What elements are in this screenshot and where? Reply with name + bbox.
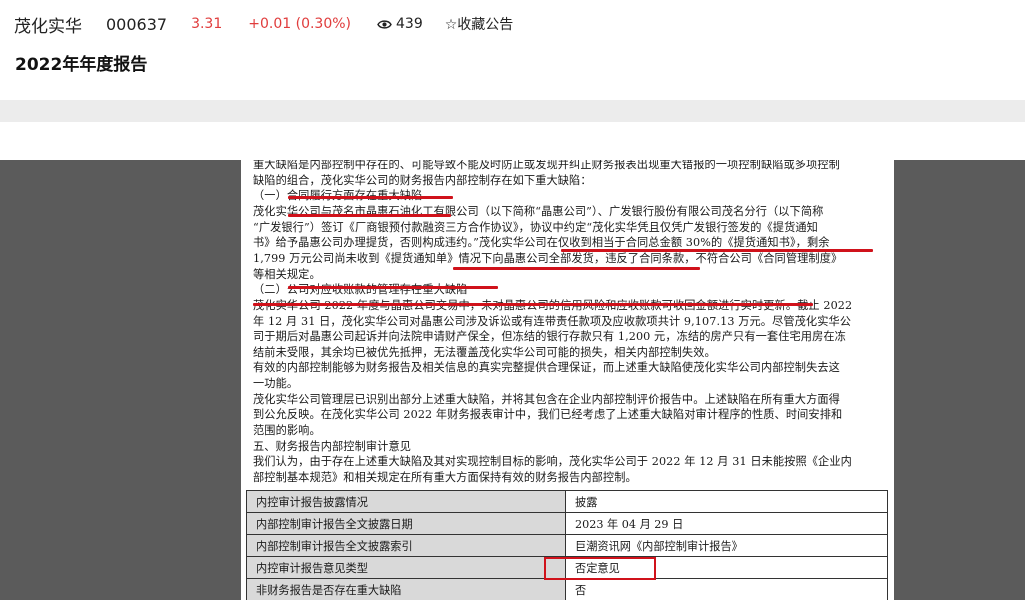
stock-code: 000637	[106, 14, 168, 34]
highlight-underline	[288, 214, 451, 217]
document-line: 有效的内部控制能够为财务报告及相关信息的真实完整提供合理保证，而上述重大缺陷使茂…	[253, 361, 840, 375]
table-row: 非财务报告是否存在重大缺陷否	[246, 578, 888, 600]
page-title: 2022年年度报告	[15, 55, 148, 75]
top-bar: 茂化实华 000637 3.31 +0.01 (0.30%) 439 ☆收藏公告…	[0, 0, 1025, 100]
table-key-cell: 内部控制审计报告全文披露索引	[246, 534, 566, 557]
table-value-cell: 否	[565, 578, 888, 600]
stock-change: +0.01 (0.30%)	[248, 16, 352, 32]
table-key-cell: 内控审计报告意见类型	[246, 556, 566, 579]
highlight-underline	[561, 249, 873, 252]
highlight-underline	[253, 303, 813, 306]
view-count: 439	[377, 16, 423, 32]
stock-info-row: 茂化实华 000637 3.31 +0.01 (0.30%) 439 ☆收藏公告	[14, 10, 513, 38]
favorite-announcement-button[interactable]: ☆收藏公告	[445, 14, 514, 34]
document-line: 部控制基本规范》和相关规定在所有重大方面保持有效的财务报告内部控制。	[253, 471, 637, 484]
pdf-viewer[interactable]: 重大缺陷是内部控制中存在的、可能导致不能及时防止或发现并纠正财务报表出现重大错报…	[0, 160, 1025, 600]
audit-report-table: 内控审计报告披露情况 披露 内部控制审计报告全文披露日期 2023 年 04 月 29…	[246, 490, 888, 600]
stock-name[interactable]: 茂化实华	[14, 12, 82, 37]
document-page: 重大缺陷是内部控制中存在的、可能导致不能及时防止或发现并纠正财务报表出现重大错报…	[241, 160, 894, 600]
highlight-box	[544, 557, 656, 580]
highlight-underline	[453, 267, 700, 270]
divider-band	[0, 100, 1025, 122]
table-row: 内部控制审计报告全文披露日期 2023 年 04 月 29 日	[246, 512, 888, 535]
table-key-cell: 内控审计报告披露情况	[246, 490, 566, 513]
table-key-cell: 非财务报告是否存在重大缺陷	[246, 578, 566, 600]
table-value-cell: 2023 年 04 月 29 日	[565, 512, 888, 535]
view-count-value: 439	[396, 16, 423, 32]
document-line: 1,799 万元公司尚未收到《提货通知单》情况下向晶惠公司全部发货，违反了合同条…	[253, 251, 843, 265]
table-row: 内控审计报告披露情况 披露	[246, 490, 888, 513]
table-value-cell: 披露	[565, 490, 888, 513]
document-line: 到公允反映。在茂化实华公司 2022 年财务报表审计中，我们已经考虑了上述重大缺…	[253, 408, 843, 422]
table-value-cell: 巨潮资讯网《内部控制审计报告》	[565, 534, 888, 557]
table-row: 内部控制审计报告全文披露索引 巨潮资讯网《内部控制审计报告》	[246, 534, 888, 557]
highlight-underline	[288, 196, 453, 199]
stock-price: 3.31	[191, 16, 223, 32]
highlight-underline	[288, 286, 498, 289]
eye-icon	[377, 19, 392, 29]
table-key-cell: 内部控制审计报告全文披露日期	[246, 512, 566, 535]
